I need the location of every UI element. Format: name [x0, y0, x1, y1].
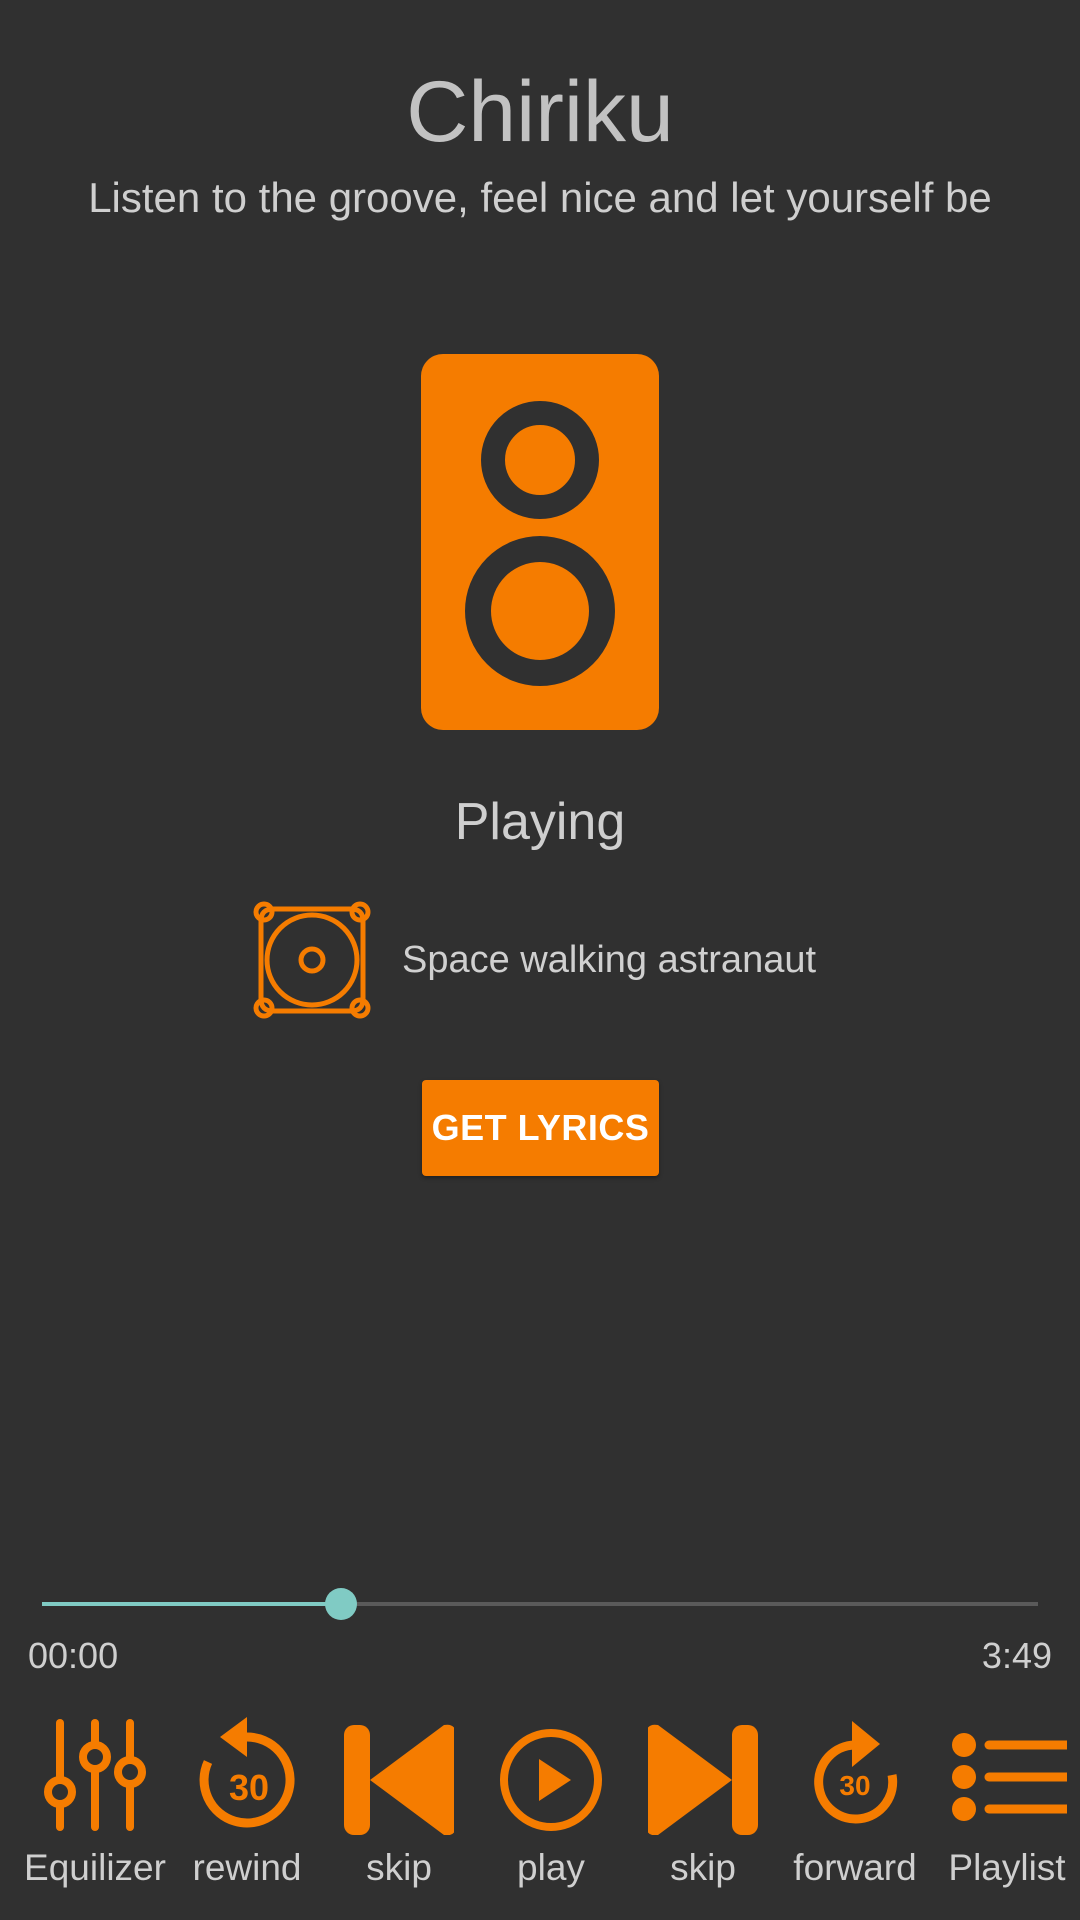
playlist-button[interactable]: Playlist [932, 1715, 1080, 1895]
playback-status: Playing [454, 793, 626, 851]
svg-text:30: 30 [839, 1770, 870, 1801]
forward-30-icon: 30 [814, 1721, 898, 1824]
playlist-icon [952, 1733, 1067, 1821]
play-button[interactable]: play [476, 1715, 626, 1895]
replay-30-icon: 30 [199, 1717, 295, 1828]
skip-next-icon [648, 1724, 758, 1835]
speaker-icon [421, 354, 659, 730]
skip-next-button[interactable]: skip [628, 1715, 778, 1895]
speaker-circle-icon [253, 901, 371, 1019]
play-circle-icon [500, 1729, 602, 1831]
track-title: Space walking astranaut [402, 939, 817, 981]
seek-bar-progress [42, 1602, 341, 1606]
get-lyrics-button[interactable]: GET LYRICS [422, 1080, 659, 1176]
skip-previous-icon [344, 1724, 454, 1835]
svg-text:30: 30 [229, 1767, 269, 1808]
equalizer-icon [44, 1719, 146, 1831]
total-duration: 3:49 [981, 1635, 1052, 1676]
app-title: Chiriku [406, 64, 674, 160]
app-subtitle: Listen to the groove, feel nice and let … [88, 174, 992, 221]
skip-previous-button[interactable]: skip [324, 1715, 474, 1895]
equalizer-button[interactable]: Equilizer [20, 1715, 170, 1895]
elapsed-time: 00:00 [28, 1635, 119, 1676]
playlist-label: Playlist [948, 1847, 1066, 1888]
rewind-button[interactable]: 30 rewind [172, 1715, 322, 1895]
seek-bar-thumb[interactable] [325, 1588, 357, 1620]
forward-button[interactable]: 30 forward [780, 1715, 930, 1895]
